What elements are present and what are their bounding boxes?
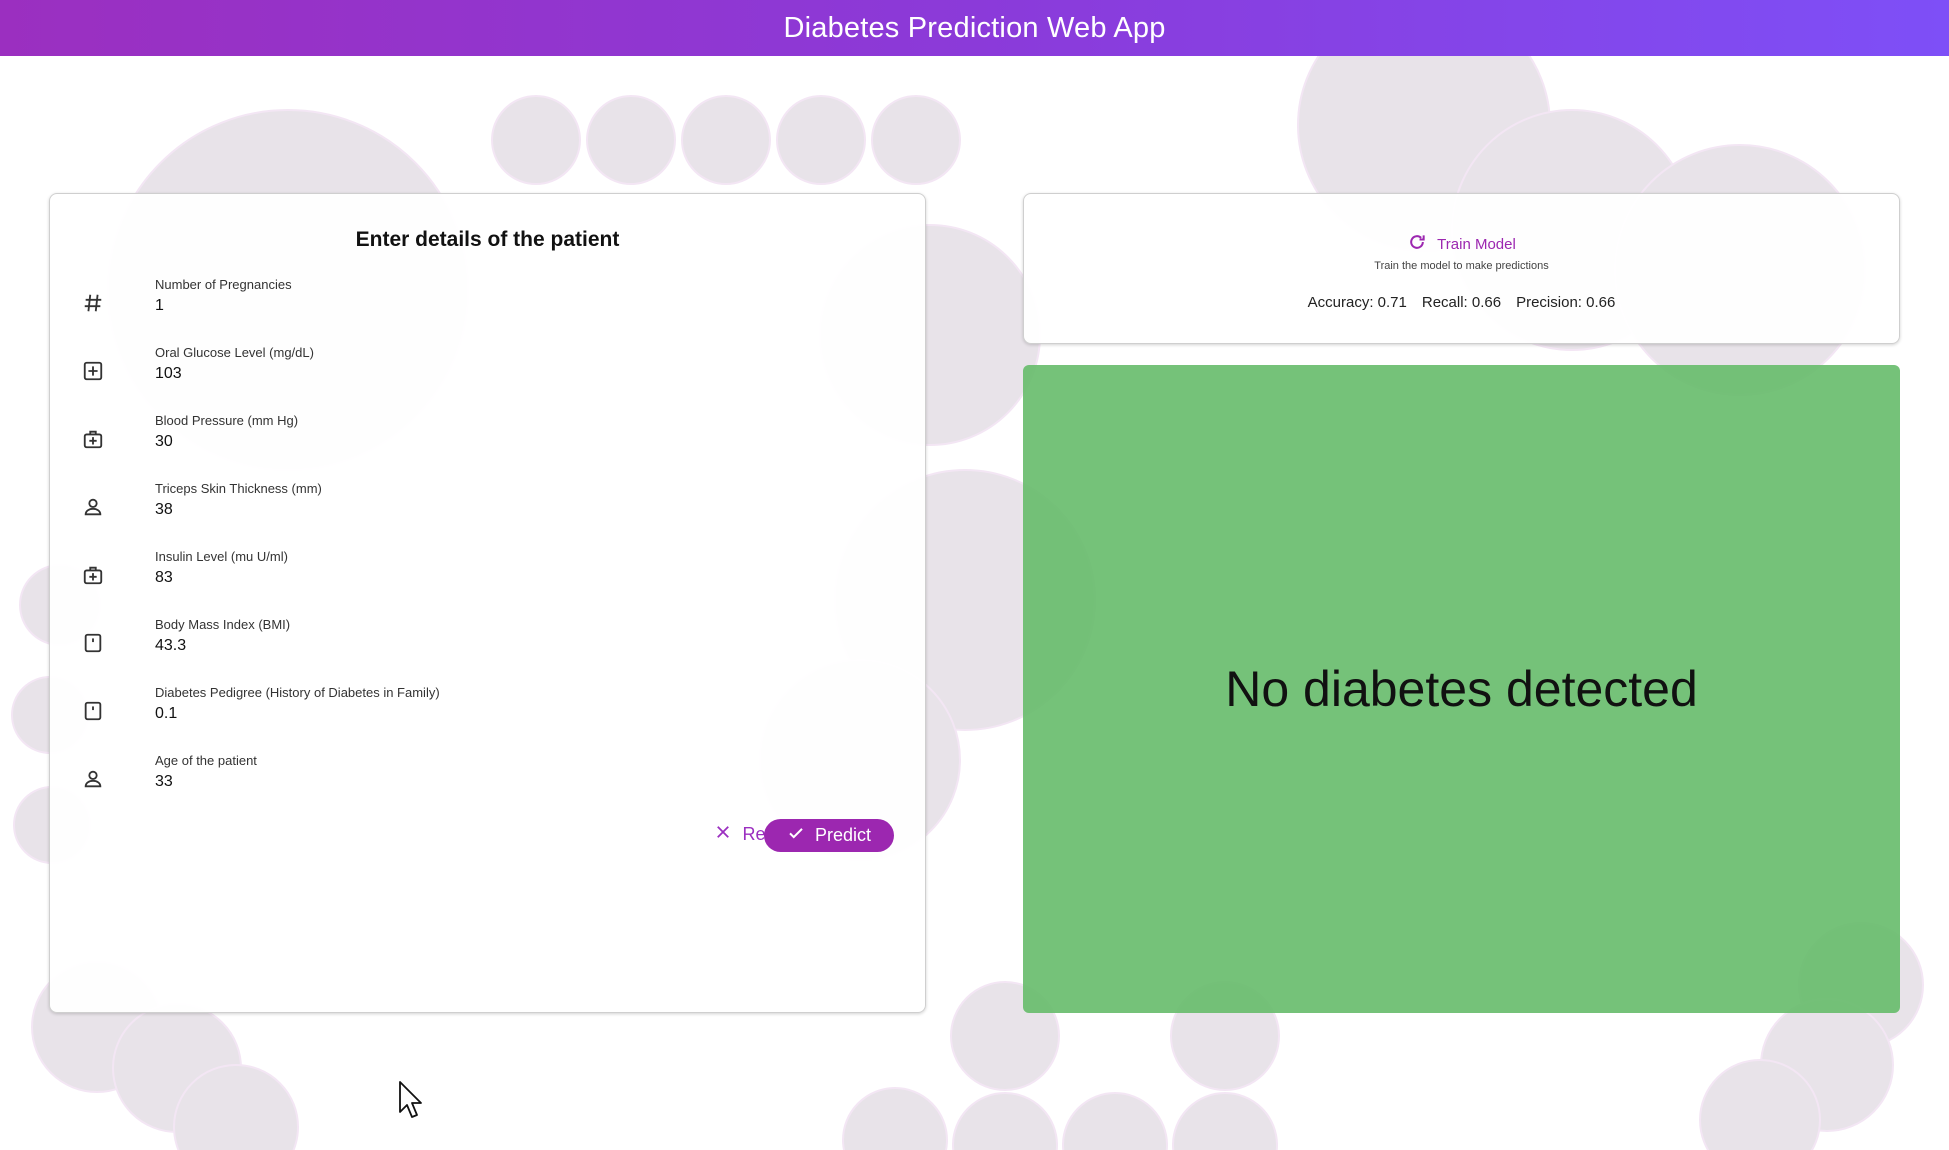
refresh-icon: [1407, 232, 1427, 256]
accuracy-metric: Accuracy: 0.71: [1307, 294, 1407, 311]
pedigree-field[interactable]: Diabetes Pedigree (History of Diabetes i…: [82, 685, 882, 741]
mouse-cursor-icon: [399, 1081, 422, 1118]
check-icon: [787, 824, 805, 847]
predict-button-label: Predict: [814, 825, 872, 845]
recall-metric: Recall: 0.66: [1421, 294, 1502, 311]
scale-icon: [82, 700, 104, 722]
prediction-result-text: No diabetes detected: [1225, 661, 1698, 717]
age-label: Age of the patient: [155, 753, 257, 768]
insulin-field[interactable]: Insulin Level (mu U/ml) 83: [82, 549, 882, 605]
train-model-button[interactable]: Train Model: [1024, 232, 1899, 256]
blood-pressure-label: Blood Pressure (mm Hg): [155, 413, 299, 428]
glucose-input[interactable]: 103: [155, 365, 182, 383]
glucose-field[interactable]: Oral Glucose Level (mg/dL) 103: [82, 345, 882, 401]
skin-thickness-field[interactable]: Triceps Skin Thickness (mm) 38: [82, 481, 882, 537]
skin-thickness-input[interactable]: 38: [155, 501, 173, 519]
pedigree-input[interactable]: 0.1: [155, 705, 177, 723]
bmi-field[interactable]: Body Mass Index (BMI) 43.3: [82, 617, 882, 673]
insulin-label: Insulin Level (mu U/ml): [155, 549, 288, 564]
train-subtitle: Train the model to make predictions: [1374, 260, 1549, 272]
train-model-label: Train Model: [1437, 235, 1516, 253]
pregnancies-field[interactable]: Number of Pregnancies 1: [82, 277, 882, 333]
bmi-input[interactable]: 43.3: [155, 637, 186, 655]
pregnancies-input[interactable]: 1: [155, 297, 164, 315]
blood-pressure-field[interactable]: Blood Pressure (mm Hg) 30: [82, 413, 882, 469]
predict-button[interactable]: Predict: [764, 819, 894, 852]
patient-form-card: Enter details of the patient Number of P…: [49, 193, 926, 1013]
form-title: Enter details of the patient: [355, 228, 620, 251]
age-field[interactable]: Age of the patient 33: [82, 753, 882, 809]
medical-bag-icon: [82, 428, 104, 450]
skin-thickness-label: Triceps Skin Thickness (mm): [155, 481, 322, 496]
medical-bag-icon: [82, 564, 104, 586]
scale-icon: [82, 632, 104, 654]
pregnancies-label: Number of Pregnancies: [155, 277, 292, 292]
age-input[interactable]: 33: [155, 773, 173, 791]
pedigree-label: Diabetes Pedigree (History of Diabetes i…: [155, 685, 440, 700]
app-bar: Diabetes Prediction Web App: [0, 0, 1949, 56]
insulin-input[interactable]: 83: [155, 569, 173, 587]
close-icon: [714, 823, 732, 846]
glucose-label: Oral Glucose Level (mg/dL): [155, 345, 314, 360]
precision-metric: Precision: 0.66: [1516, 294, 1616, 311]
bmi-label: Body Mass Index (BMI): [155, 617, 291, 632]
blood-pressure-input[interactable]: 30: [155, 433, 173, 451]
hash-icon: [82, 292, 104, 314]
prediction-result-card: No diabetes detected: [1023, 365, 1900, 1013]
plus-box-icon: [82, 360, 104, 382]
app-title: Diabetes Prediction Web App: [783, 11, 1166, 44]
person-icon: [82, 768, 104, 790]
person-icon: [82, 496, 104, 518]
model-metrics: Accuracy: 0.71 Recall: 0.66 Precision: 0…: [1024, 294, 1899, 311]
training-card: Train Model Train the model to make pred…: [1023, 193, 1900, 344]
